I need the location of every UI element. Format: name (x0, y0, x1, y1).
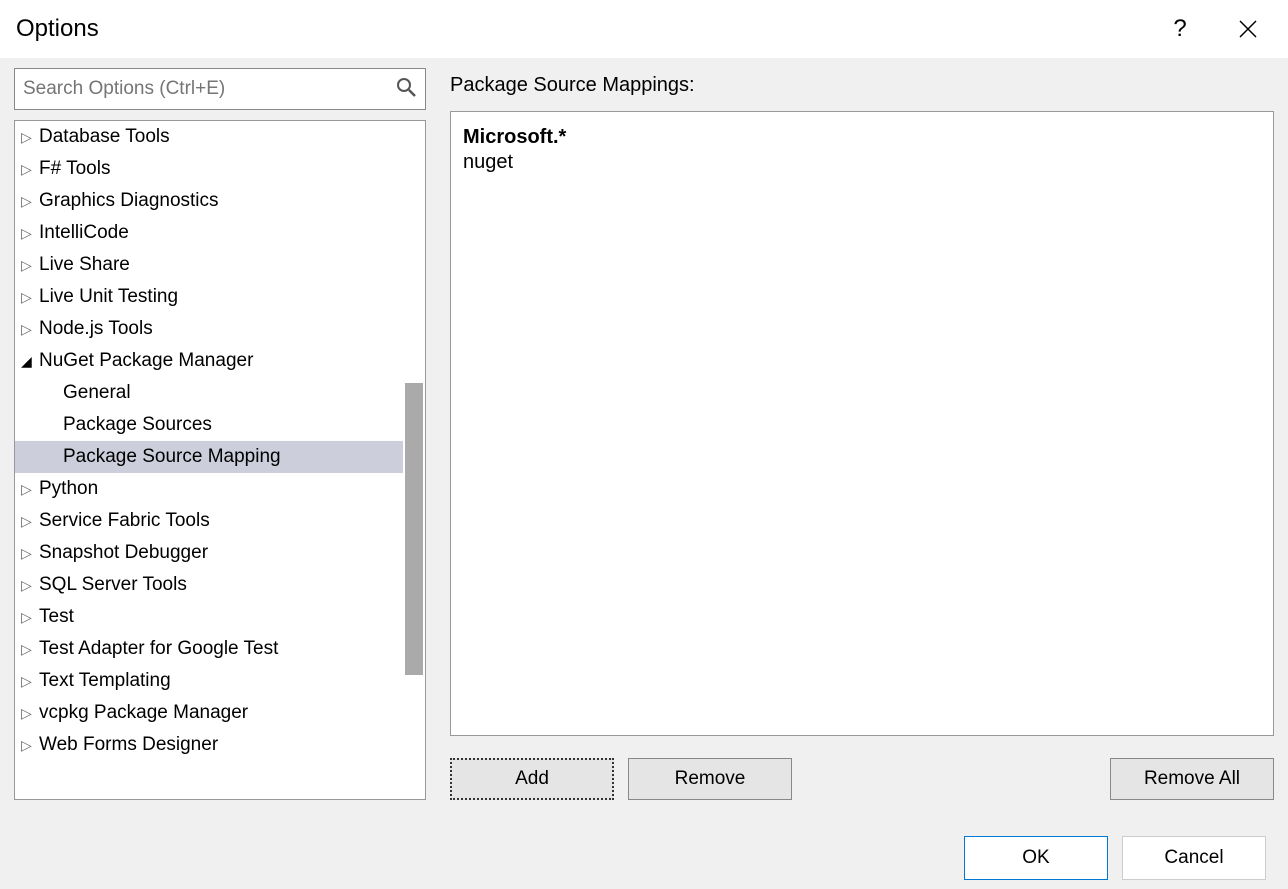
tree-node-label: Live Unit Testing (39, 286, 178, 308)
chevron-right-icon: ▷ (21, 257, 39, 274)
close-button[interactable] (1224, 5, 1272, 53)
panel-heading: Package Source Mappings: (450, 74, 1274, 97)
chevron-right-icon: ▷ (21, 289, 39, 306)
tree-node[interactable]: ▷F# Tools (15, 153, 403, 185)
tree-node[interactable]: ▷Snapshot Debugger (15, 537, 403, 569)
chevron-right-icon: ▷ (21, 545, 39, 562)
help-button[interactable]: ? (1156, 5, 1204, 53)
tree-node-label: Service Fabric Tools (39, 510, 210, 532)
tree-node[interactable]: ▷Live Unit Testing (15, 281, 403, 313)
tree-node-label: NuGet Package Manager (39, 350, 253, 372)
titlebar: Options ? (0, 0, 1288, 58)
window-title: Options (16, 15, 1156, 43)
mapping-source: nuget (463, 151, 1261, 174)
chevron-right-icon: ▷ (21, 609, 39, 626)
tree-node-label: vcpkg Package Manager (39, 702, 248, 724)
tree-node[interactable]: Package Sources (15, 409, 403, 441)
chevron-right-icon: ▷ (21, 673, 39, 690)
tree-node-label: Live Share (39, 254, 130, 276)
tree-node[interactable]: ▷vcpkg Package Manager (15, 697, 403, 729)
tree-node[interactable]: General (15, 377, 403, 409)
chevron-right-icon: ▷ (21, 513, 39, 530)
tree-node[interactable]: ▷Python (15, 473, 403, 505)
tree-node-label: Test (39, 606, 74, 628)
ok-button[interactable]: OK (964, 836, 1108, 880)
cancel-button[interactable]: Cancel (1122, 836, 1266, 880)
close-icon (1238, 19, 1258, 39)
tree-node-label: Node.js Tools (39, 318, 153, 340)
add-button[interactable]: Add (450, 758, 614, 800)
tree-node[interactable]: Package Source Mapping (15, 441, 403, 473)
tree-node[interactable]: ◢NuGet Package Manager (15, 345, 403, 377)
tree-node[interactable]: ▷Node.js Tools (15, 313, 403, 345)
help-icon: ? (1173, 15, 1186, 43)
tree-node[interactable]: ▷Test Adapter for Google Test (15, 633, 403, 665)
tree-node-label: Text Templating (39, 670, 171, 692)
search-box[interactable] (14, 68, 426, 110)
tree-node-label: General (63, 382, 131, 404)
tree-node-label: IntelliCode (39, 222, 129, 244)
tree-node[interactable]: ▷Web Forms Designer (15, 729, 403, 761)
chevron-right-icon: ▷ (21, 161, 39, 178)
tree-node-label: Python (39, 478, 98, 500)
chevron-right-icon: ▷ (21, 481, 39, 498)
remove-button[interactable]: Remove (628, 758, 792, 800)
tree-node-label: Package Sources (63, 414, 212, 436)
chevron-right-icon: ▷ (21, 737, 39, 754)
tree-node[interactable]: ▷Live Share (15, 249, 403, 281)
chevron-right-icon: ▷ (21, 193, 39, 210)
tree-node[interactable]: ▷SQL Server Tools (15, 569, 403, 601)
tree-node-label: Package Source Mapping (63, 446, 281, 468)
tree-node-label: Snapshot Debugger (39, 542, 208, 564)
remove-all-button[interactable]: Remove All (1110, 758, 1274, 800)
tree-node-label: SQL Server Tools (39, 574, 187, 596)
tree-node-label: F# Tools (39, 158, 110, 180)
chevron-right-icon: ▷ (21, 641, 39, 658)
mappings-list[interactable]: Microsoft.* nuget (450, 111, 1274, 736)
tree-scrollbar[interactable] (405, 121, 423, 799)
tree-node[interactable]: ▷IntelliCode (15, 217, 403, 249)
tree-node-label: Test Adapter for Google Test (39, 638, 278, 660)
scrollbar-thumb[interactable] (405, 383, 423, 675)
tree-node[interactable]: ▷Text Templating (15, 665, 403, 697)
tree-node[interactable]: ▷Database Tools (15, 121, 403, 153)
mapping-pattern: Microsoft.* (463, 126, 1261, 149)
tree-node-label: Graphics Diagnostics (39, 190, 219, 212)
tree-node-label: Database Tools (39, 126, 170, 148)
chevron-down-icon: ◢ (21, 353, 39, 370)
tree-node[interactable]: ▷Test (15, 601, 403, 633)
search-icon (395, 76, 417, 103)
chevron-right-icon: ▷ (21, 225, 39, 242)
search-input[interactable] (23, 78, 395, 100)
chevron-right-icon: ▷ (21, 321, 39, 338)
mapping-item[interactable]: Microsoft.* nuget (463, 126, 1261, 174)
chevron-right-icon: ▷ (21, 129, 39, 146)
chevron-right-icon: ▷ (21, 577, 39, 594)
tree-node-label: Web Forms Designer (39, 734, 218, 756)
options-tree: ▷Database Tools▷F# Tools▷Graphics Diagno… (14, 120, 426, 800)
chevron-right-icon: ▷ (21, 705, 39, 722)
tree-node[interactable]: ▷Graphics Diagnostics (15, 185, 403, 217)
tree-node[interactable]: ▷Service Fabric Tools (15, 505, 403, 537)
